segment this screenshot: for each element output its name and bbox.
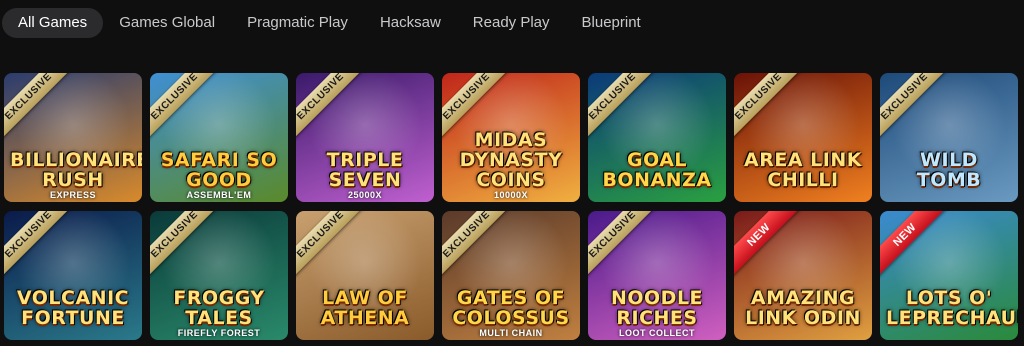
game-title: Noodle Riches: [610, 287, 704, 329]
game-title: Froggy Tales: [173, 287, 265, 329]
game-tile[interactable]: Wild Tomb EXCLUSIVE: [880, 73, 1018, 202]
game-tile[interactable]: Amazing Link Odin NEW: [734, 211, 872, 340]
game-title: Area Link Chilli: [744, 149, 862, 191]
game-subtitle: 25000X: [347, 190, 383, 200]
game-tile[interactable]: Froggy Tales FIREFLY FOREST EXCLUSIVE: [150, 211, 288, 340]
games-grid: Billionaire Rush EXPRESS EXCLUSIVE Safari S…: [4, 73, 1018, 340]
game-title: Midas Dynasty Coins: [459, 129, 563, 191]
game-title: Amazing Link Odin: [745, 287, 861, 329]
tab-all-games[interactable]: All Games: [2, 8, 104, 38]
game-tile[interactable]: Lots o' LeprechaunsNEW: [880, 211, 1018, 340]
game-tile[interactable]: Area Link Chilli EXCLUSIVE: [734, 73, 872, 202]
tab-ready-play[interactable]: Ready Play: [457, 8, 566, 38]
game-title: Volcanic Fortune: [16, 287, 130, 329]
game-tile[interactable]: Triple Seven 25000X EXCLUSIVE: [296, 73, 434, 202]
game-title: Goal Bonanza: [602, 149, 712, 191]
tab-games-global[interactable]: Games Global: [103, 8, 231, 38]
game-subtitle: EXPRESS: [49, 190, 97, 200]
game-subtitle: LOOT COLLECT: [619, 328, 695, 338]
game-title: Wild Tomb: [916, 149, 982, 191]
tab-hacksaw[interactable]: Hacksaw: [364, 8, 457, 38]
game-tile[interactable]: Billionaire Rush EXPRESS EXCLUSIVE: [4, 73, 142, 202]
tab-blueprint[interactable]: Blueprint: [566, 8, 657, 38]
game-title: Billionaire Rush: [10, 149, 142, 191]
provider-tabs: All Games Games Global Pragmatic Play Hacks…: [0, 8, 657, 38]
game-subtitle: ASSEMBL'EM: [186, 190, 252, 200]
game-tile[interactable]: Noodle Riches LOOT COLLECT EXCLUSIVE: [588, 211, 726, 340]
game-tile[interactable]: Goal Bonanza EXCLUSIVE: [588, 73, 726, 202]
game-title: Safari So Good: [160, 149, 278, 191]
game-subtitle: 10000X: [493, 190, 529, 200]
tab-pragmatic-play[interactable]: Pragmatic Play: [231, 8, 364, 38]
game-tile[interactable]: Volcanic Fortune EXCLUSIVE: [4, 211, 142, 340]
game-title: Law of Athena: [320, 287, 410, 329]
game-tile[interactable]: Law of Athena EXCLUSIVE: [296, 211, 434, 340]
game-title: Gates of Colossus: [452, 287, 570, 329]
game-tile[interactable]: Gates of Colossus MULTI CHAIN EXCLUSIVE: [442, 211, 580, 340]
game-title: Triple Seven: [326, 149, 404, 191]
game-title: Lots o' Leprechauns: [886, 287, 1018, 329]
game-subtitle: MULTI CHAIN: [479, 328, 543, 338]
game-tile[interactable]: Safari So Good ASSEMBL'EM EXCLUSIVE: [150, 73, 288, 202]
game-subtitle: FIREFLY FOREST: [177, 328, 261, 338]
game-tile[interactable]: Midas Dynasty Coins 10000X EXCLUSIVE: [442, 73, 580, 202]
